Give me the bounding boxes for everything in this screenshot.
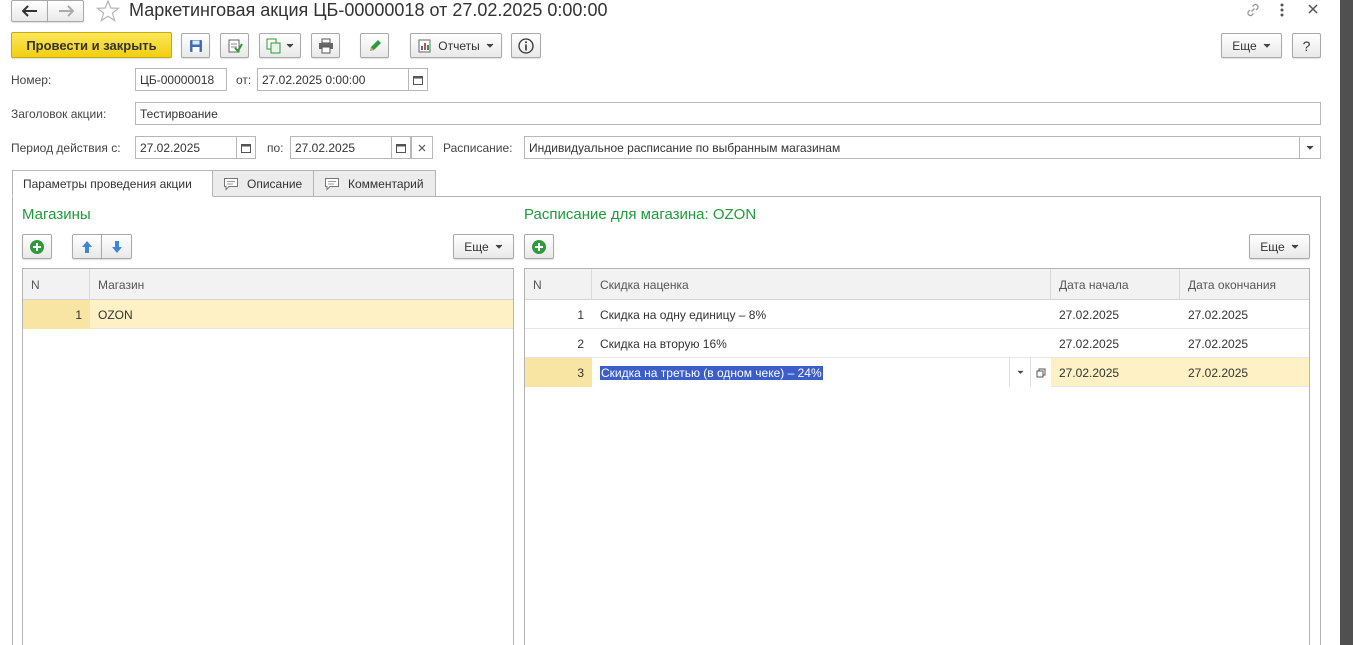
discount-open-button[interactable] (1030, 358, 1051, 387)
schedule-col-end[interactable]: Дата окончания (1180, 269, 1309, 300)
schedule-more-button[interactable]: Еще (1249, 234, 1310, 259)
stores-col-store[interactable]: Магазин (90, 269, 513, 300)
stores-title: Магазины (22, 206, 91, 223)
end-date-cell: 27.02.2025 (1188, 336, 1249, 351)
schedule-title: Расписание для магазина: OZON (524, 206, 757, 223)
stores-move-up-button[interactable] (72, 234, 102, 259)
table-row-selected[interactable]: 3 Скидка на третью (в одном чеке) – 24% … (525, 358, 1309, 387)
discount-dropdown-button[interactable] (1009, 358, 1030, 387)
start-date-cell: 27.02.2025 (1059, 307, 1120, 322)
chevron-down-icon (1017, 370, 1023, 374)
schedule-col-n[interactable]: N (525, 269, 592, 300)
discount-selected-text[interactable]: Скидка на третью (в одном чеке) – 24% (600, 365, 823, 380)
arrow-down-icon (111, 240, 122, 253)
table-row[interactable]: 1 Скидка на одну единицу – 8% 27.02.2025… (525, 300, 1309, 329)
stores-col-n[interactable]: N (23, 269, 90, 300)
stores-add-button[interactable] (22, 234, 52, 259)
schedule-col-start[interactable]: Дата начала (1051, 269, 1180, 300)
schedule-more-label: Еще (1260, 239, 1285, 254)
row-number: 1 (577, 307, 584, 322)
table-row[interactable]: 2 Скидка на вторую 16% 27.02.2025 27.02.… (525, 329, 1309, 358)
window-edge (1340, 0, 1353, 645)
store-name: OZON (98, 307, 133, 322)
schedule-col-discount[interactable]: Скидка наценка (592, 269, 1051, 300)
stores-more-label: Еще (464, 239, 489, 254)
start-date-cell: 27.02.2025 (1059, 365, 1120, 380)
discount-edit-cell[interactable]: Скидка на третью (в одном чеке) – 24% (592, 358, 1051, 387)
end-date-cell: 27.02.2025 (1188, 365, 1249, 380)
stores-move-down-button[interactable] (101, 234, 132, 259)
add-circle-icon (30, 239, 44, 254)
start-date-cell: 27.02.2025 (1059, 336, 1120, 351)
end-date-cell: 27.02.2025 (1188, 307, 1249, 322)
stores-table: N Магазин 1 OZON (22, 268, 514, 645)
discount-cell: Скидка на вторую 16% (600, 336, 727, 351)
row-number: 3 (525, 358, 592, 387)
arrow-up-icon (82, 240, 92, 253)
schedule-table-header: N Скидка наценка Дата начала Дата оконча… (525, 269, 1309, 300)
chevron-down-icon (1291, 244, 1299, 249)
open-window-icon (1036, 368, 1046, 377)
stores-more-button[interactable]: Еще (453, 234, 514, 259)
schedule-table: N Скидка наценка Дата начала Дата оконча… (524, 268, 1310, 645)
stores-table-header: N Магазин (23, 269, 513, 300)
row-number: 1 (23, 300, 90, 329)
add-circle-icon (532, 239, 546, 254)
discount-cell: Скидка на одну единицу – 8% (600, 307, 767, 322)
row-number: 2 (577, 336, 584, 351)
table-row[interactable]: 1 OZON (23, 300, 513, 329)
schedule-add-button[interactable] (524, 234, 554, 259)
chevron-down-icon (495, 244, 503, 249)
